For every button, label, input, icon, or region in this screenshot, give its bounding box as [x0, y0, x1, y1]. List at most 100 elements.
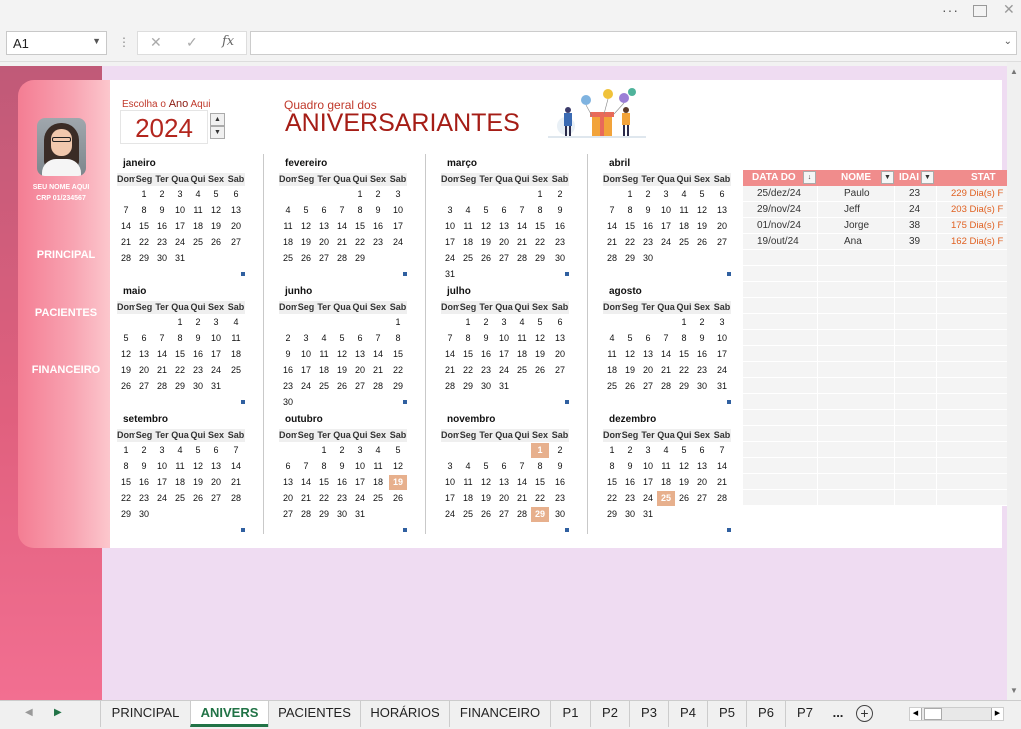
calendar-day[interactable]: 17 — [713, 347, 731, 362]
calendar-day[interactable]: 7 — [117, 203, 135, 218]
calendar-day[interactable]: 16 — [551, 219, 569, 234]
table-row[interactable] — [743, 426, 1007, 442]
calendar-day[interactable]: 12 — [477, 219, 495, 234]
calendar-day[interactable]: 9 — [189, 331, 207, 346]
calendar-day[interactable]: 27 — [639, 379, 657, 394]
sheet-tab[interactable]: HORÁRIOS — [360, 701, 449, 727]
calendar-day[interactable]: 6 — [135, 331, 153, 346]
calendar-day[interactable]: 19 — [621, 363, 639, 378]
calendar-day[interactable]: 7 — [333, 203, 351, 218]
calendar-day[interactable]: 14 — [153, 347, 171, 362]
calendar-day[interactable]: 23 — [551, 235, 569, 250]
calendar-day[interactable]: 9 — [477, 331, 495, 346]
sheet-tab[interactable]: P1 — [550, 701, 590, 727]
calendar-day[interactable]: 24 — [351, 491, 369, 506]
calendar-day[interactable]: 30 — [693, 379, 711, 394]
calendar-day[interactable]: 12 — [189, 459, 207, 474]
calendar-day[interactable]: 2 — [639, 187, 657, 202]
calendar-day[interactable]: 13 — [639, 347, 657, 362]
calendar-day[interactable]: 1 — [531, 187, 549, 202]
table-row[interactable]: 19/out/24 Ana 39 162 Dia(s) F — [743, 234, 1007, 250]
calendar-day[interactable]: 8 — [171, 331, 189, 346]
calendar-day[interactable]: 21 — [441, 363, 459, 378]
calendar-day[interactable]: 15 — [621, 219, 639, 234]
calendar-day[interactable]: 25 — [189, 235, 207, 250]
calendar-day[interactable]: 10 — [495, 331, 513, 346]
calendar-day[interactable]: 13 — [351, 347, 369, 362]
calendar-day[interactable]: 5 — [189, 443, 207, 458]
table-row[interactable] — [743, 378, 1007, 394]
calendar-day[interactable]: 23 — [621, 491, 639, 506]
calendar-day[interactable]: 20 — [551, 347, 569, 362]
calendar-day[interactable]: 3 — [639, 443, 657, 458]
calendar-day[interactable]: 8 — [603, 459, 621, 474]
calendar-day[interactable]: 2 — [621, 443, 639, 458]
calendar-day[interactable]: 18 — [171, 475, 189, 490]
calendar-day[interactable]: 28 — [369, 379, 387, 394]
sidebar-item-financeiro[interactable]: FINANCEIRO — [22, 364, 110, 376]
calendar-day[interactable]: 24 — [153, 491, 171, 506]
calendar-day[interactable]: 22 — [603, 491, 621, 506]
calendar-day[interactable]: 24 — [441, 251, 459, 266]
calendar-day[interactable]: 20 — [639, 363, 657, 378]
spin-up-icon[interactable]: ▲ — [210, 113, 225, 126]
calendar-day[interactable]: 5 — [477, 459, 495, 474]
calendar-day[interactable]: 15 — [315, 475, 333, 490]
calendar-day[interactable]: 1 — [351, 187, 369, 202]
calendar-day[interactable]: 12 — [693, 203, 711, 218]
calendar-day[interactable]: 20 — [207, 475, 225, 490]
calendar-day[interactable]: 23 — [333, 491, 351, 506]
expand-formula-icon[interactable]: ⌄ — [1004, 36, 1012, 47]
calendar-day[interactable]: 27 — [227, 235, 245, 250]
calendar-day[interactable]: 11 — [315, 347, 333, 362]
calendar-day[interactable]: 13 — [693, 459, 711, 474]
calendar-day[interactable]: 6 — [279, 459, 297, 474]
filter-dropdown-icon[interactable]: ▼ — [921, 171, 934, 184]
calendar-day[interactable]: 22 — [459, 363, 477, 378]
calendar-day[interactable]: 31 — [351, 507, 369, 522]
calendar-day[interactable]: 2 — [551, 187, 569, 202]
calendar-day[interactable]: 1 — [171, 315, 189, 330]
calendar-day[interactable]: 17 — [441, 491, 459, 506]
calendar-day[interactable]: 1 — [531, 443, 549, 458]
calendar-day[interactable]: 4 — [513, 315, 531, 330]
calendar-day[interactable]: 17 — [351, 475, 369, 490]
calendar-day[interactable]: 14 — [713, 459, 731, 474]
table-row[interactable] — [743, 394, 1007, 410]
calendar-day[interactable]: 26 — [297, 251, 315, 266]
calendar-day[interactable]: 6 — [227, 187, 245, 202]
calendar-day[interactable]: 20 — [135, 363, 153, 378]
calendar-day[interactable]: 9 — [135, 459, 153, 474]
calendar-day[interactable]: 3 — [153, 443, 171, 458]
calendar-day[interactable]: 27 — [713, 235, 731, 250]
calendar-day[interactable]: 14 — [657, 347, 675, 362]
calendar-day[interactable]: 3 — [495, 315, 513, 330]
calendar-day[interactable]: 28 — [513, 507, 531, 522]
calendar-day[interactable]: 13 — [135, 347, 153, 362]
calendar-day[interactable]: 13 — [279, 475, 297, 490]
tab-scroll-right-icon[interactable]: ▶ — [54, 707, 62, 718]
calendar-day[interactable]: 7 — [297, 459, 315, 474]
year-input[interactable]: 2024 — [120, 110, 208, 144]
calendar-day[interactable]: 1 — [135, 187, 153, 202]
calendar-day[interactable]: 27 — [551, 363, 569, 378]
calendar-day[interactable]: 11 — [189, 203, 207, 218]
calendar-day[interactable]: 9 — [333, 459, 351, 474]
calendar-day[interactable]: 11 — [513, 331, 531, 346]
calendar-day[interactable]: 22 — [531, 235, 549, 250]
calendar-day[interactable]: 12 — [389, 459, 407, 474]
calendar-day[interactable]: 19 — [333, 363, 351, 378]
calendar-day[interactable]: 21 — [713, 475, 731, 490]
calendar-day[interactable]: 1 — [315, 443, 333, 458]
calendar-day[interactable]: 2 — [477, 315, 495, 330]
calendar-day[interactable]: 21 — [603, 235, 621, 250]
calendar-day[interactable]: 26 — [693, 235, 711, 250]
calendar-day[interactable]: 25 — [657, 491, 675, 506]
table-row[interactable] — [743, 346, 1007, 362]
horizontal-scrollbar[interactable]: ◀ ▶ — [909, 707, 1004, 721]
calendar-day[interactable]: 4 — [315, 331, 333, 346]
calendar-day[interactable]: 9 — [551, 459, 569, 474]
sheet-tab[interactable]: FINANCEIRO — [449, 701, 550, 727]
calendar-day[interactable]: 18 — [513, 347, 531, 362]
calendar-day[interactable]: 24 — [441, 507, 459, 522]
